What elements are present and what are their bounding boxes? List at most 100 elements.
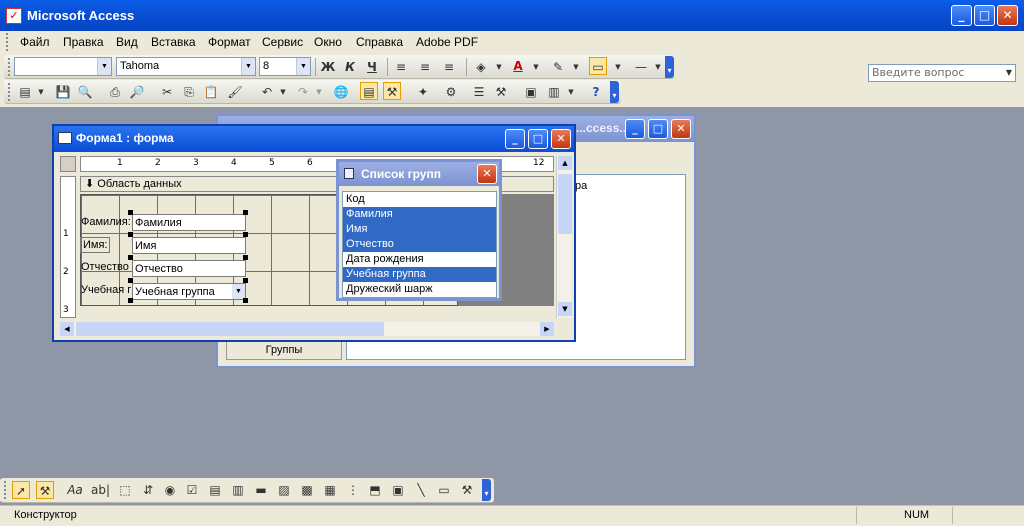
- align-left-icon[interactable]: ≡: [392, 58, 410, 76]
- bound-object-icon[interactable]: ▦: [321, 481, 339, 499]
- selection-handle[interactable]: [243, 255, 248, 260]
- more-controls-icon[interactable]: ⚒: [458, 481, 476, 499]
- field-list-item[interactable]: Дата рождения: [343, 252, 496, 267]
- textbox-firstname[interactable]: Имя: [132, 237, 246, 254]
- properties-icon[interactable]: ☰: [470, 83, 488, 101]
- selection-handle[interactable]: [128, 210, 133, 215]
- close-button[interactable]: ✕: [997, 5, 1018, 26]
- close-button[interactable]: ✕: [671, 119, 691, 139]
- build-icon[interactable]: ⚒: [492, 83, 510, 101]
- field-list-item[interactable]: Дружеский шарж: [343, 282, 496, 297]
- rectangle-tool-icon[interactable]: ▭: [435, 481, 453, 499]
- textbox-lastname[interactable]: Фамилия: [132, 214, 246, 231]
- toolbar-grip[interactable]: [8, 83, 11, 101]
- font-size-combo[interactable]: 8 ▼: [259, 57, 311, 76]
- selection-handle[interactable]: [128, 278, 133, 283]
- selection-handle[interactable]: [128, 298, 133, 303]
- align-right-icon[interactable]: ≡: [440, 58, 458, 76]
- label-patronymic[interactable]: Отчество: [80, 260, 129, 276]
- combo-box-tool-icon[interactable]: ▤: [206, 481, 224, 499]
- menu-adobe-pdf[interactable]: Adobe PDF: [416, 35, 478, 49]
- toolbar-options-icon[interactable]: ▾: [610, 81, 619, 103]
- line-tool-icon[interactable]: ╲: [412, 481, 430, 499]
- format-painter-icon[interactable]: 🖌: [226, 83, 244, 101]
- textbox-patronymic[interactable]: Отчество: [132, 260, 246, 277]
- font-color-icon[interactable]: A: [509, 57, 527, 75]
- object-combo[interactable]: ▼: [14, 57, 112, 76]
- chevron-down-icon[interactable]: ▼: [609, 58, 627, 76]
- chevron-down-icon[interactable]: ▼: [562, 83, 580, 101]
- border-style-icon[interactable]: ▭: [589, 57, 607, 75]
- menu-tools[interactable]: Сервис: [262, 35, 303, 49]
- horizontal-scrollbar[interactable]: ◀ ▶: [60, 322, 554, 336]
- selection-handle[interactable]: [243, 210, 248, 215]
- scroll-left-icon[interactable]: ◀: [60, 322, 74, 336]
- print-preview-icon[interactable]: 🔎: [128, 83, 146, 101]
- minimize-button[interactable]: _: [951, 5, 972, 26]
- select-objects-icon[interactable]: ➚: [12, 481, 30, 499]
- bold-button[interactable]: Ж: [319, 58, 337, 76]
- field-list-box[interactable]: Код Фамилия Имя Отчество Дата рождения Учебна…: [342, 191, 497, 298]
- menu-grip[interactable]: [6, 33, 9, 51]
- field-list-item[interactable]: Учебная группа: [343, 267, 496, 282]
- horizontal-scroll-thumb[interactable]: [76, 322, 384, 336]
- option-button-icon[interactable]: ◉: [161, 481, 179, 499]
- chevron-down-icon[interactable]: ▼: [1003, 65, 1015, 81]
- scroll-right-icon[interactable]: ▶: [540, 322, 554, 336]
- vertical-scrollbar[interactable]: ▲ ▼: [556, 156, 572, 318]
- minimize-button[interactable]: _: [505, 129, 525, 149]
- menu-insert[interactable]: Вставка: [151, 35, 196, 49]
- chevron-down-icon[interactable]: ▼: [310, 83, 328, 101]
- menu-format[interactable]: Формат: [208, 35, 251, 49]
- copy-icon[interactable]: ⎘: [180, 83, 198, 101]
- menu-view[interactable]: Вид: [116, 35, 138, 49]
- textbox-tool-icon[interactable]: ab|: [91, 481, 110, 499]
- vertical-scroll-thumb[interactable]: [558, 174, 572, 234]
- field-list-item[interactable]: Код: [343, 192, 496, 207]
- underline-button[interactable]: Ч: [363, 58, 381, 76]
- label-firstname[interactable]: Имя:: [80, 237, 111, 253]
- line-color-icon[interactable]: ✎: [549, 58, 567, 76]
- new-object-icon[interactable]: ▥: [545, 83, 563, 101]
- code-icon[interactable]: ⚙: [442, 83, 460, 101]
- menu-window[interactable]: Окно: [314, 35, 342, 49]
- file-search-icon[interactable]: 🔍: [76, 83, 94, 101]
- image-tool-icon[interactable]: ▨: [275, 481, 293, 499]
- toolbar-grip[interactable]: [4, 481, 7, 499]
- chevron-down-icon[interactable]: ▼: [232, 284, 245, 299]
- scroll-down-icon[interactable]: ▼: [558, 302, 572, 316]
- close-button[interactable]: ✕: [551, 129, 571, 149]
- toolbar-options-icon[interactable]: ▾: [665, 56, 674, 78]
- ask-question-box[interactable]: Введите вопрос ▼: [868, 64, 1016, 82]
- align-center-icon[interactable]: ≡: [416, 58, 434, 76]
- menu-file[interactable]: Файл: [20, 35, 50, 49]
- field-list-item[interactable]: Имя: [343, 222, 496, 237]
- maximize-button[interactable]: □: [648, 119, 668, 139]
- label-tool-icon[interactable]: Aa: [66, 481, 84, 499]
- chevron-down-icon[interactable]: ▼: [527, 58, 545, 76]
- field-list-item[interactable]: Фамилия: [343, 207, 496, 222]
- selection-handle[interactable]: [243, 298, 248, 303]
- page-break-icon[interactable]: ⋮: [344, 481, 362, 499]
- close-button[interactable]: ✕: [477, 164, 497, 184]
- toolbar-grip[interactable]: [8, 58, 11, 76]
- list-box-tool-icon[interactable]: ▥: [229, 481, 247, 499]
- scroll-up-icon[interactable]: ▲: [558, 156, 572, 170]
- chevron-down-icon[interactable]: ▼: [567, 58, 585, 76]
- subform-icon[interactable]: ▣: [389, 481, 407, 499]
- print-icon[interactable]: ⎙: [106, 83, 124, 101]
- maximize-button[interactable]: □: [528, 129, 548, 149]
- chevron-down-icon[interactable]: ▼: [241, 58, 255, 75]
- unbound-object-icon[interactable]: ▩: [298, 481, 316, 499]
- paste-icon[interactable]: 📋: [202, 83, 220, 101]
- database-window-icon[interactable]: ▣: [522, 83, 540, 101]
- label-study-group[interactable]: Учебная гр: [80, 283, 132, 299]
- cut-icon[interactable]: ✂: [158, 83, 176, 101]
- selection-handle[interactable]: [243, 278, 248, 283]
- fill-color-icon[interactable]: ◈: [472, 58, 490, 76]
- selection-handle[interactable]: [128, 232, 133, 237]
- maximize-button[interactable]: □: [974, 5, 995, 26]
- checkbox-tool-icon[interactable]: ☑: [183, 481, 201, 499]
- font-combo[interactable]: Tahoma ▼: [116, 57, 256, 76]
- line-width-icon[interactable]: —: [632, 58, 650, 76]
